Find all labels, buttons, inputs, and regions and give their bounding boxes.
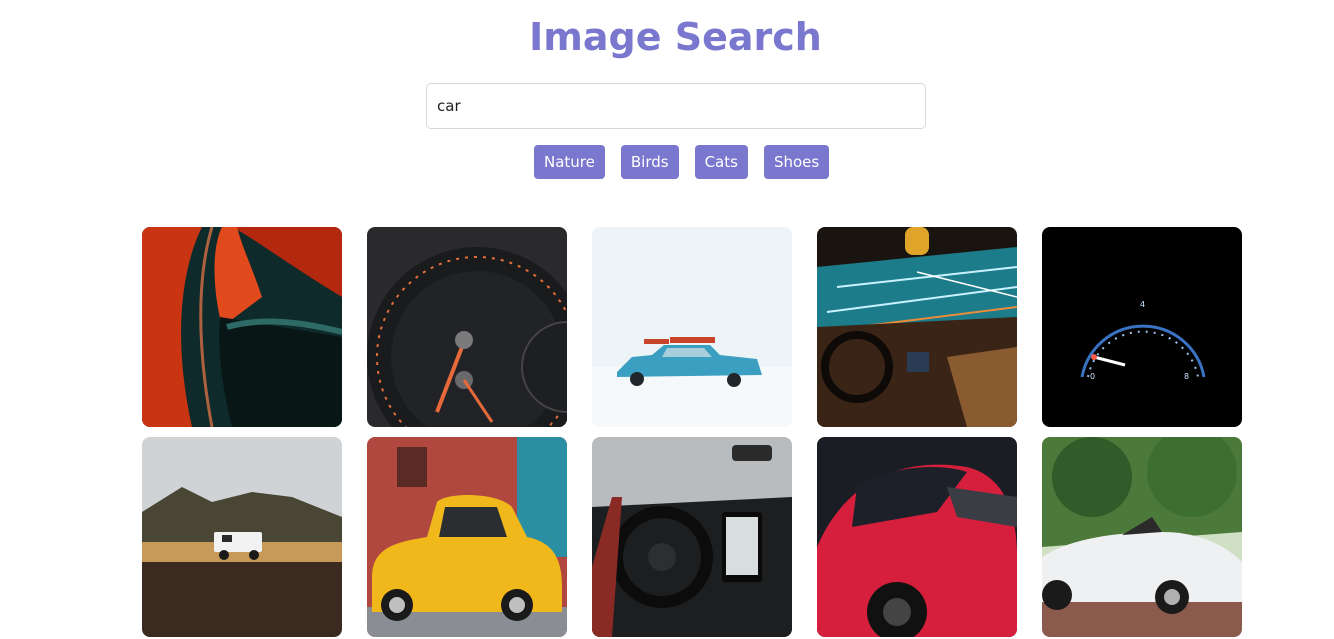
- image-result[interactable]: [817, 227, 1017, 427]
- car-interior-light-trails-image: [817, 227, 1017, 427]
- white-offroad-vehicle-image: [142, 437, 342, 637]
- image-search-page: Image Search Nature Birds Cats Shoes: [0, 0, 1334, 639]
- category-button-nature[interactable]: Nature: [534, 145, 605, 179]
- image-result[interactable]: [142, 437, 342, 637]
- image-results-grid: 0 8 4: [142, 227, 1242, 637]
- image-result[interactable]: [142, 227, 342, 427]
- image-result[interactable]: [1042, 437, 1242, 637]
- white-convertible-image: [1042, 437, 1242, 637]
- red-car-door-image: [142, 227, 342, 427]
- svg-text:0: 0: [1090, 372, 1095, 381]
- truck-dashboard-image: [592, 437, 792, 637]
- category-button-birds[interactable]: Birds: [620, 145, 679, 179]
- speedometer-image: [367, 227, 567, 427]
- image-result[interactable]: [817, 437, 1017, 637]
- red-sports-car-image: [817, 437, 1017, 637]
- category-button-cats[interactable]: Cats: [694, 145, 748, 179]
- image-result[interactable]: [592, 227, 792, 427]
- blue-car-snow-image: [592, 227, 792, 427]
- image-result[interactable]: [367, 437, 567, 637]
- image-result[interactable]: 0 8 4: [1042, 227, 1242, 427]
- yellow-vintage-car-image: [367, 437, 567, 637]
- image-result[interactable]: [367, 227, 567, 427]
- search-input[interactable]: [426, 83, 926, 129]
- svg-text:8: 8: [1184, 372, 1189, 381]
- illuminated-speedometer-image: 0 8 4: [1042, 227, 1242, 427]
- svg-text:4: 4: [1140, 300, 1145, 309]
- page-title: Image Search: [529, 15, 822, 59]
- category-button-shoes[interactable]: Shoes: [763, 145, 830, 179]
- category-buttons: Nature Birds Cats Shoes: [534, 145, 830, 179]
- image-result[interactable]: [592, 437, 792, 637]
